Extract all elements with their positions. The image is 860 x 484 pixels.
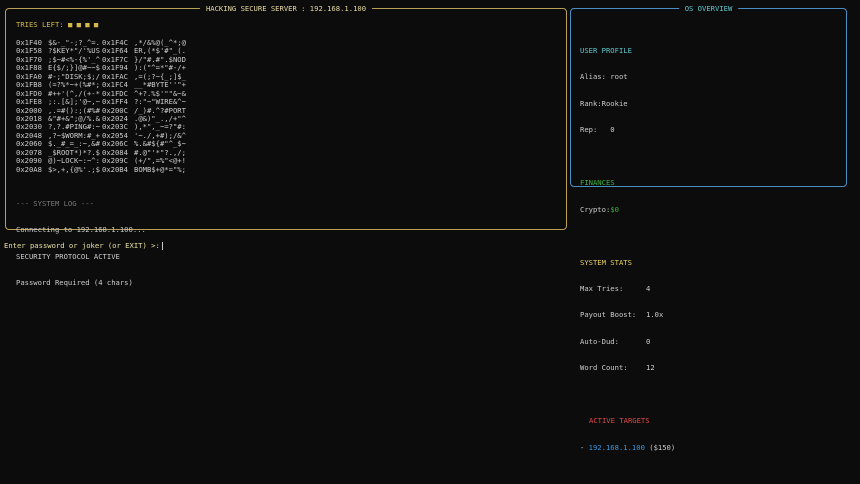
log-line: Connecting to 192.168.1.100... bbox=[16, 226, 146, 234]
target-item[interactable]: - 192.168.1.100 ($150) bbox=[580, 444, 675, 452]
memory-row: 0x20A8$>,+,{@%'.;$0x20B4BOMB$+@*="%; bbox=[16, 166, 188, 174]
tries-label: TRIES LEFT: bbox=[16, 20, 64, 29]
target-value: ($150) bbox=[649, 443, 675, 452]
log-line: SECURITY PROTOCOL ACTIVE bbox=[16, 253, 146, 261]
log-header: --- SYSTEM LOG --- bbox=[16, 200, 146, 208]
stat-label: Auto-Dud: bbox=[580, 338, 646, 346]
memory-chars[interactable]: BOMB$+@*="%; bbox=[134, 166, 188, 174]
stats-header: SYSTEM STATS bbox=[580, 259, 675, 267]
rep-value: 0 bbox=[610, 125, 614, 134]
stat-value: 0 bbox=[646, 337, 650, 346]
panel-title: OS OVERVIEW bbox=[679, 4, 739, 13]
stat-value: 12 bbox=[646, 363, 655, 372]
os-overview-panel: OS OVERVIEW USER PROFILE Alias: root Ran… bbox=[570, 8, 847, 187]
target-ip: 192.168.1.100 bbox=[589, 443, 645, 452]
crypto: Crypto:$0 bbox=[580, 206, 675, 214]
rep: Rep: 0 bbox=[580, 126, 675, 134]
text-cursor bbox=[162, 242, 163, 250]
hacking-terminal-panel: HACKING SECURE SERVER : 192.168.1.100 TR… bbox=[5, 8, 567, 230]
alias: Alias: root bbox=[580, 73, 675, 81]
stat-row: Payout Boost:1.0x bbox=[580, 311, 675, 319]
tries-indicator: ■ ■ ■ ■ bbox=[68, 20, 98, 29]
rep-label: Rep: bbox=[580, 125, 597, 134]
stat-label: Max Tries: bbox=[580, 285, 646, 293]
stat-row: Word Count:12 bbox=[580, 364, 675, 372]
stat-label: Payout Boost: bbox=[580, 311, 646, 319]
log-line: Password Required (4 chars) bbox=[16, 279, 146, 287]
prompt-label: Enter password or joker (or EXIT) >: bbox=[4, 241, 160, 250]
memory-dump: 0x1F40$&-_"-;?_^=.0x1F4C,*/&%@(_^*;@0x1F… bbox=[16, 39, 188, 174]
tries-left: TRIES LEFT: ■ ■ ■ ■ bbox=[16, 21, 98, 29]
memory-address: 0x20B4 bbox=[102, 166, 134, 174]
stat-value: 1.0x bbox=[646, 310, 663, 319]
finances-header: FINANCES bbox=[580, 179, 675, 187]
panel-title: HACKING SECURE SERVER : 192.168.1.100 bbox=[200, 4, 372, 13]
rank: Rank:Rookie bbox=[580, 100, 675, 108]
crypto-value: $0 bbox=[610, 205, 619, 214]
memory-chars[interactable]: $>,+,{@%'.;$ bbox=[48, 166, 102, 174]
stat-label: Word Count: bbox=[580, 364, 646, 372]
crypto-label: Crypto: bbox=[580, 205, 610, 214]
stat-row: Max Tries:4 bbox=[580, 285, 675, 293]
profile-header: USER PROFILE bbox=[580, 47, 675, 55]
bullet: - bbox=[580, 443, 584, 452]
targets-header: ACTIVE TARGETS bbox=[580, 417, 675, 425]
command-prompt[interactable]: Enter password or joker (or EXIT) >: bbox=[4, 241, 163, 250]
stat-row: Auto-Dud:0 bbox=[580, 338, 675, 346]
stat-value: 4 bbox=[646, 284, 650, 293]
memory-address: 0x20A8 bbox=[16, 166, 48, 174]
